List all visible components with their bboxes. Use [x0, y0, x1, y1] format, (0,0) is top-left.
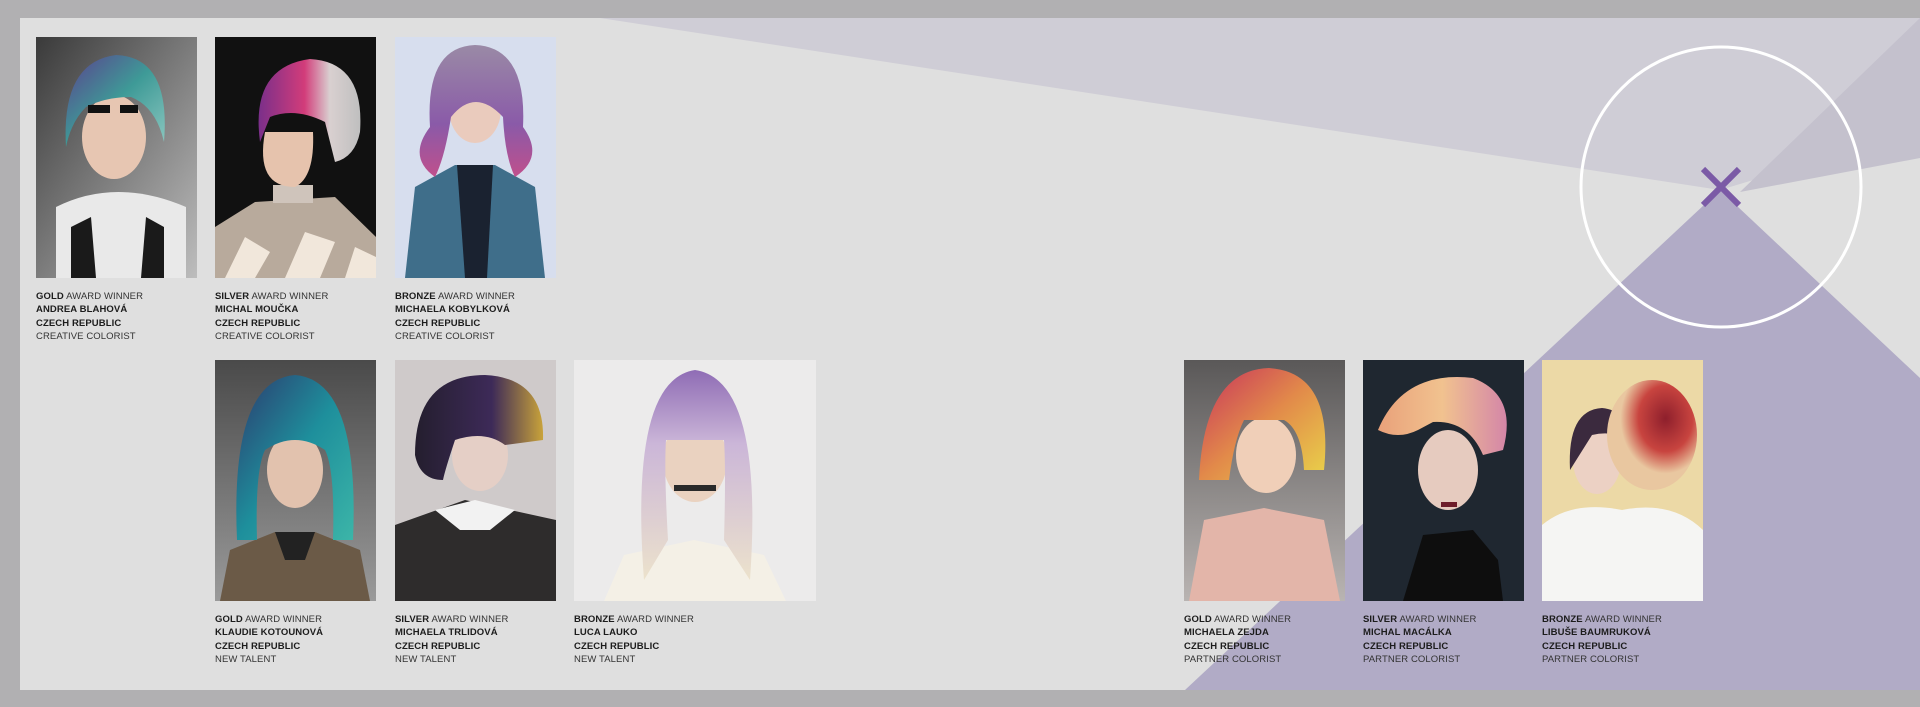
- winner-country: CZECH REPUBLIC: [1542, 640, 1628, 652]
- medal-label: SILVER: [395, 614, 430, 625]
- award-category: NEW TALENT: [215, 654, 277, 666]
- winner-country: CZECH REPUBLIC: [1184, 640, 1270, 652]
- caption-klaudie-kotounova: GOLD AWARD WINNER KLAUDIE KOTOUNOVÁ CZEC…: [215, 613, 395, 667]
- award-line: GOLD AWARD WINNER: [1184, 613, 1364, 626]
- award-line: SILVER AWARD WINNER: [395, 613, 575, 626]
- winner-name: MICHAL MOUČKA: [215, 304, 299, 316]
- caption-andrea-blahova: GOLD AWARD WINNER ANDREA BLAHOVÁ CZECH R…: [36, 290, 216, 344]
- winner-country: CZECH REPUBLIC: [36, 317, 122, 329]
- portrait-klaudie-kotounova: [215, 360, 376, 601]
- portrait-michal-macalka: [1363, 360, 1524, 601]
- caption-michal-moucka: SILVER AWARD WINNER MICHAL MOUČKA CZECH …: [215, 290, 395, 344]
- winner-name: LIBUŠE BAUMRUKOVÁ: [1542, 627, 1651, 639]
- caption-michaela-trlidova: SILVER AWARD WINNER MICHAELA TRLIDOVÁ CZ…: [395, 613, 575, 667]
- winner-country: CZECH REPUBLIC: [395, 317, 481, 329]
- caption-libuse-baumrukova: BRONZE AWARD WINNER LIBUŠE BAUMRUKOVÁ CZ…: [1542, 613, 1722, 667]
- award-category: NEW TALENT: [574, 654, 636, 666]
- portrait-michal-moucka: [215, 37, 376, 278]
- award-line: SILVER AWARD WINNER: [1363, 613, 1543, 626]
- award-label: AWARD WINNER: [245, 614, 323, 625]
- brochure-spread: GOLD AWARD WINNER ANDREA BLAHOVÁ CZECH R…: [20, 18, 1920, 690]
- winner-name: MICHAL MACÁLKA: [1363, 627, 1452, 639]
- portrait-michaela-trlidova: [395, 360, 556, 601]
- winner-name: ANDREA BLAHOVÁ: [36, 304, 128, 316]
- award-line: BRONZE AWARD WINNER: [1542, 613, 1722, 626]
- caption-michaela-zejda: GOLD AWARD WINNER MICHAELA ZEJDA CZECH R…: [1184, 613, 1364, 667]
- award-category: PARTNER COLORIST: [1542, 654, 1640, 666]
- award-line: SILVER AWARD WINNER: [215, 290, 395, 303]
- winner-country: CZECH REPUBLIC: [215, 317, 301, 329]
- winner-country: CZECH REPUBLIC: [574, 640, 660, 652]
- award-category: PARTNER COLORIST: [1363, 654, 1461, 666]
- winner-name: MICHAELA KOBYLKOVÁ: [395, 304, 510, 316]
- portrait-michaela-kobylkova: [395, 37, 556, 278]
- award-category: NEW TALENT: [395, 654, 457, 666]
- medal-label: GOLD: [215, 614, 243, 625]
- award-category: CREATIVE COLORIST: [395, 331, 495, 343]
- award-label: AWARD WINNER: [1584, 614, 1662, 625]
- award-category: PARTNER COLORIST: [1184, 654, 1282, 666]
- portrait-luca-lauko: [574, 360, 816, 601]
- award-label: AWARD WINNER: [431, 614, 509, 625]
- award-label: AWARD WINNER: [437, 291, 515, 302]
- award-category: CREATIVE COLORIST: [36, 331, 136, 343]
- award-line: BRONZE AWARD WINNER: [574, 613, 754, 626]
- x-mark-in-ring-icon: [1579, 45, 1863, 329]
- portrait-andrea-blahova: [36, 37, 197, 278]
- award-label: AWARD WINNER: [1399, 614, 1477, 625]
- medal-label: GOLD: [36, 291, 64, 302]
- portrait-michaela-zejda: [1184, 360, 1345, 601]
- medal-label: BRONZE: [574, 614, 615, 625]
- award-label: AWARD WINNER: [616, 614, 694, 625]
- award-line: BRONZE AWARD WINNER: [395, 290, 575, 303]
- award-category: CREATIVE COLORIST: [215, 331, 315, 343]
- medal-label: BRONZE: [395, 291, 436, 302]
- medal-label: BRONZE: [1542, 614, 1583, 625]
- winner-name: MICHAELA ZEJDA: [1184, 627, 1269, 639]
- award-line: GOLD AWARD WINNER: [36, 290, 216, 303]
- winner-country: CZECH REPUBLIC: [1363, 640, 1449, 652]
- portrait-libuse-baumrukova: [1542, 360, 1703, 601]
- award-label: AWARD WINNER: [66, 291, 144, 302]
- caption-michal-macalka: SILVER AWARD WINNER MICHAL MACÁLKA CZECH…: [1363, 613, 1543, 667]
- medal-label: SILVER: [1363, 614, 1398, 625]
- winner-country: CZECH REPUBLIC: [215, 640, 301, 652]
- winner-name: KLAUDIE KOTOUNOVÁ: [215, 627, 324, 639]
- winner-country: CZECH REPUBLIC: [395, 640, 481, 652]
- winner-name: MICHAELA TRLIDOVÁ: [395, 627, 498, 639]
- medal-label: GOLD: [1184, 614, 1212, 625]
- medal-label: SILVER: [215, 291, 250, 302]
- award-label: AWARD WINNER: [251, 291, 329, 302]
- caption-luca-lauko: BRONZE AWARD WINNER LUCA LAUKO CZECH REP…: [574, 613, 754, 667]
- winner-name: LUCA LAUKO: [574, 627, 638, 639]
- award-line: GOLD AWARD WINNER: [215, 613, 395, 626]
- award-label: AWARD WINNER: [1214, 614, 1292, 625]
- caption-michaela-kobylkova: BRONZE AWARD WINNER MICHAELA KOBYLKOVÁ C…: [395, 290, 575, 344]
